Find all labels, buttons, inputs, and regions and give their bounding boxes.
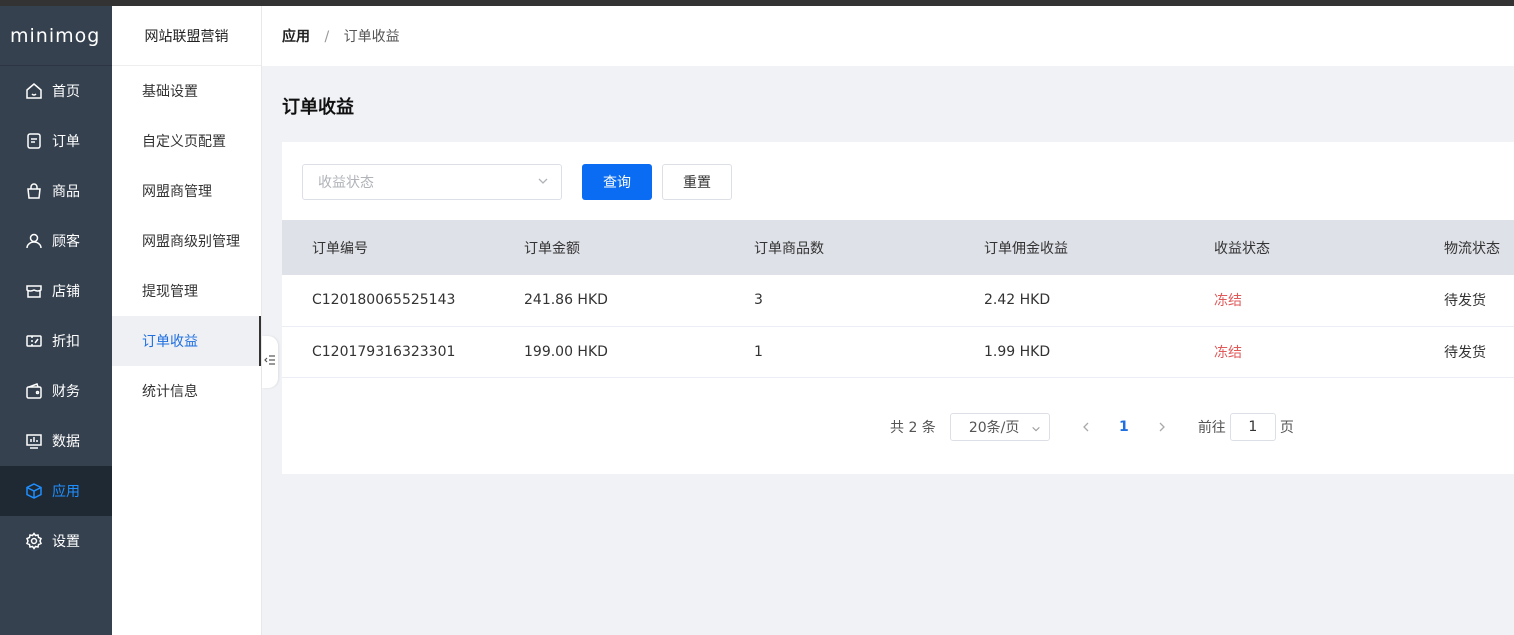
nav-item-discount[interactable]: 折扣 — [0, 316, 112, 366]
gear-icon — [24, 531, 44, 551]
submenu-item-basic-settings[interactable]: 基础设置 — [112, 66, 261, 116]
earning-status-cell: 冻结 — [1214, 293, 1242, 310]
table-row[interactable]: C120179316323301 199.00 HKD 1 1.99 HKD 冻… — [282, 326, 1514, 377]
secondary-menu: 网站联盟营销 基础设置 自定义页配置 网盟商管理 网盟商级别管理 提现管理 订单… — [112, 6, 262, 635]
nav-label: 首页 — [52, 84, 80, 100]
goto-page-input[interactable]: 1 — [1229, 413, 1276, 441]
breadcrumb: 应用 / 订单收益 — [282, 26, 400, 46]
status-filter-select[interactable]: 收益状态 — [302, 164, 562, 200]
nav-label: 数据 — [52, 434, 80, 450]
nav-label: 商品 — [52, 184, 80, 200]
home-icon — [24, 81, 44, 101]
nav-item-orders[interactable]: 订单 — [0, 116, 112, 166]
bag-icon — [24, 181, 44, 201]
order-number-cell: C120180065525143 — [312, 292, 456, 309]
submenu-item-order-earnings[interactable]: 订单收益 — [112, 316, 261, 366]
column-header: 订单金额 — [524, 240, 580, 257]
commission-cell: 1.99 HKD — [984, 343, 1051, 360]
chevron-down-icon — [537, 175, 549, 191]
breadcrumb-root[interactable]: 应用 — [282, 29, 310, 45]
pagination-total: 共 2 条 — [890, 420, 936, 436]
next-page-button[interactable] — [1152, 421, 1172, 433]
page-title: 订单收益 — [282, 97, 354, 118]
nav-label: 应用 — [52, 484, 80, 500]
goto-label: 前往 — [1197, 420, 1226, 436]
submenu-item-affiliates[interactable]: 网盟商管理 — [112, 166, 261, 216]
nav-item-customers[interactable]: 顾客 — [0, 216, 112, 266]
column-header: 订单商品数 — [754, 240, 824, 257]
top-header: 应用 / 订单收益 — [262, 6, 1514, 66]
table-header-row: 订单编号 订单金额 订单商品数 订单佣金收益 收益状态 物流状态 — [282, 220, 1514, 275]
earning-status-cell: 冻结 — [1214, 344, 1242, 361]
prev-page-button[interactable] — [1076, 421, 1096, 433]
nav-item-settings[interactable]: 设置 — [0, 516, 112, 566]
box-icon — [24, 481, 44, 501]
query-button[interactable]: 查询 — [582, 164, 652, 200]
page-number-current[interactable]: 1 — [1114, 419, 1134, 435]
wallet-icon — [24, 381, 44, 401]
shipping-status-cell: 待发货 — [1444, 293, 1486, 310]
nav-item-store[interactable]: 店铺 — [0, 266, 112, 316]
app-logo[interactable]: minimog — [0, 6, 112, 66]
page-suffix: 页 — [1279, 420, 1294, 436]
store-icon — [24, 281, 44, 301]
user-icon — [24, 231, 44, 251]
nav-item-apps[interactable]: 应用 — [0, 466, 112, 516]
submenu-item-custom-page[interactable]: 自定义页配置 — [112, 116, 261, 166]
order-amount-cell: 241.86 HKD — [524, 292, 608, 309]
shipping-status-cell: 待发货 — [1444, 344, 1486, 361]
breadcrumb-current: 订单收益 — [343, 29, 400, 45]
chevron-down-icon — [1031, 422, 1041, 438]
column-header: 物流状态 — [1444, 240, 1500, 257]
item-count-cell: 3 — [754, 292, 763, 309]
chevron-left-icon — [1082, 422, 1089, 432]
order-number-cell: C120179316323301 — [312, 343, 456, 360]
ticket-icon — [24, 331, 44, 351]
nav-label: 设置 — [52, 534, 80, 550]
page-size-value: 20条/页 — [968, 420, 1020, 436]
commission-cell: 2.42 HKD — [984, 292, 1051, 309]
order-icon — [24, 131, 44, 151]
earnings-table: 订单编号 订单金额 订单商品数 订单佣金收益 收益状态 物流状态 C120180… — [282, 220, 1514, 378]
chevron-right-icon — [1159, 422, 1165, 432]
main-sidebar: minimog 首页 订单 商品 顾客 店铺 折扣 财务 数据 应用 设置 — [0, 6, 112, 635]
table-row[interactable]: C120180065525143 241.86 HKD 3 2.42 HKD 冻… — [282, 275, 1514, 326]
collapse-menu-toggle[interactable] — [262, 336, 278, 388]
nav-item-finance[interactable]: 财务 — [0, 366, 112, 416]
nav-label: 顾客 — [52, 234, 80, 250]
reset-button[interactable]: 重置 — [662, 164, 732, 200]
collapse-icon — [264, 354, 276, 370]
submenu-item-statistics[interactable]: 统计信息 — [112, 366, 261, 416]
nav-item-data[interactable]: 数据 — [0, 416, 112, 466]
pagination: 共 2 条 20条/页 1 前往 1 页 — [890, 413, 1294, 441]
column-header: 订单编号 — [312, 240, 368, 257]
breadcrumb-separator: / — [324, 29, 330, 45]
nav-label: 折扣 — [52, 334, 80, 350]
content-card: 收益状态 查询 重置 订单编号 订单金额 订单商品数 订单佣金收益 收益状态 物… — [282, 142, 1514, 474]
column-header: 收益状态 — [1214, 240, 1270, 257]
chart-icon — [24, 431, 44, 451]
nav-item-products[interactable]: 商品 — [0, 166, 112, 216]
nav-item-home[interactable]: 首页 — [0, 66, 112, 116]
nav-label: 订单 — [52, 134, 80, 150]
item-count-cell: 1 — [754, 343, 763, 360]
submenu-item-affiliate-levels[interactable]: 网盟商级别管理 — [112, 216, 261, 266]
order-amount-cell: 199.00 HKD — [524, 343, 608, 360]
status-filter-placeholder: 收益状态 — [318, 175, 374, 191]
submenu-item-withdrawals[interactable]: 提现管理 — [112, 266, 261, 316]
nav-label: 店铺 — [52, 284, 80, 300]
submenu-title: 网站联盟营销 — [112, 6, 261, 66]
nav-label: 财务 — [52, 384, 80, 400]
page-size-select[interactable]: 20条/页 — [949, 413, 1050, 441]
column-header: 订单佣金收益 — [984, 240, 1068, 257]
